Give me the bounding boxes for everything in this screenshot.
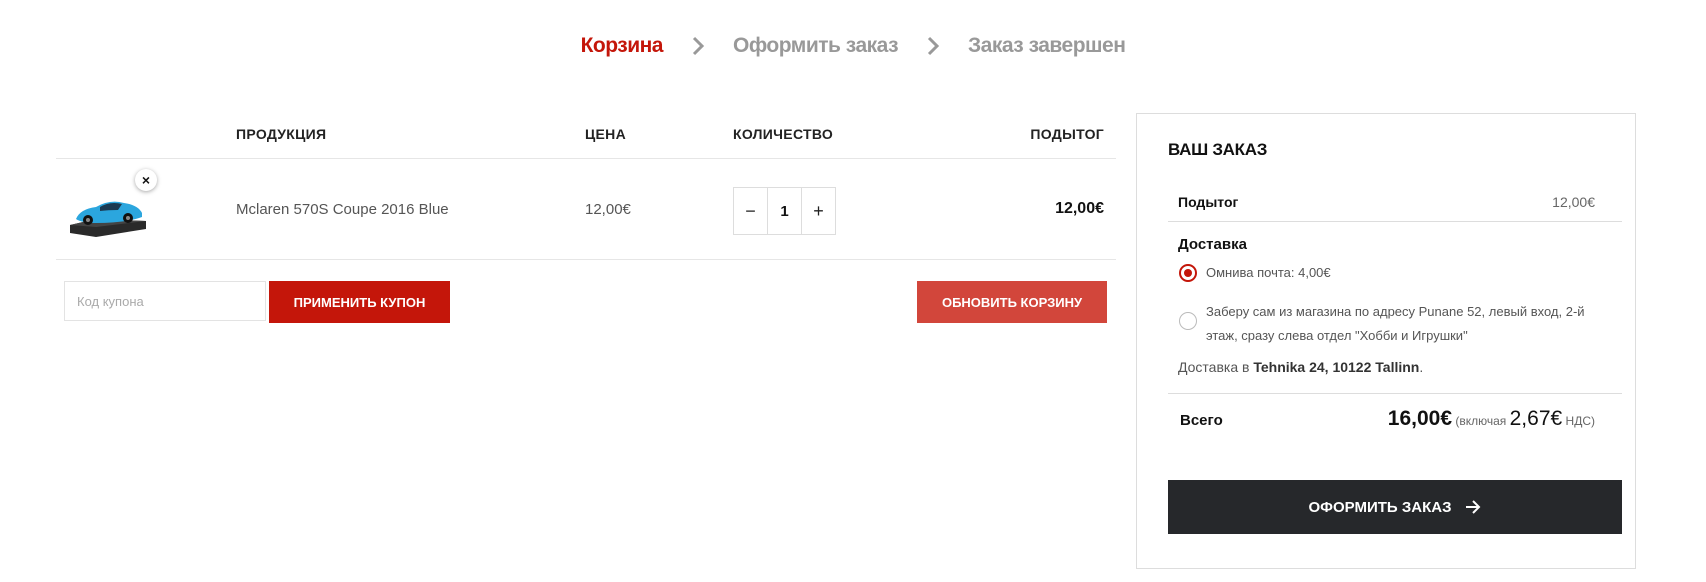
chevron-right-icon bbox=[922, 35, 944, 57]
order-summary: ВАШ ЗАКАЗ Подытог 12,00€ Доставка Омнива… bbox=[1136, 113, 1636, 569]
cart-table: ПРОДУКЦИЯ ЦЕНА КОЛИЧЕСТВО ПОДЫТОГ × Mcla… bbox=[56, 110, 1116, 340]
place-order-button[interactable]: ОФОРМИТЬ ЗАКАЗ bbox=[1168, 480, 1622, 534]
divider bbox=[1168, 393, 1622, 394]
step-order-complete: Заказ завершен bbox=[968, 34, 1126, 57]
shipping-option-omniva-radio[interactable] bbox=[1179, 264, 1197, 282]
arrow-right-icon bbox=[1466, 500, 1481, 514]
tax-amount: 2,67€ bbox=[1509, 407, 1563, 430]
place-order-label: ОФОРМИТЬ ЗАКАЗ bbox=[1308, 498, 1452, 516]
header-quantity: КОЛИЧЕСТВО bbox=[733, 126, 834, 142]
total-label: Всего bbox=[1180, 412, 1223, 429]
delivery-address: Доставка в Tehnika 24, 10122 Tallinn. bbox=[1178, 359, 1424, 375]
chevron-right-icon bbox=[687, 35, 709, 57]
close-icon: × bbox=[141, 172, 151, 188]
cart-actions: ПРИМЕНИТЬ КУПОН ОБНОВИТЬ КОРЗИНУ bbox=[56, 260, 1116, 340]
delivery-label: Доставка bbox=[1178, 236, 1247, 253]
tax-suffix: НДС) bbox=[1565, 414, 1595, 428]
remove-item-button[interactable]: × bbox=[135, 169, 157, 191]
decrease-quantity-button[interactable]: − bbox=[734, 188, 767, 234]
shipping-option-pickup-label[interactable]: Заберу сам из магазина по адресу Punane … bbox=[1206, 300, 1606, 348]
table-row: × Mclaren 570S Coupe 2016 Blue 12,00€ − … bbox=[56, 159, 1116, 260]
tax-prefix: (включая bbox=[1455, 414, 1507, 428]
step-checkout[interactable]: Оформить заказ bbox=[733, 34, 899, 58]
divider bbox=[1168, 221, 1622, 222]
product-price: 12,00€ bbox=[585, 201, 631, 218]
subtotal-label: Подытог bbox=[1178, 194, 1239, 210]
order-title: ВАШ ЗАКАЗ bbox=[1168, 140, 1268, 159]
shipping-option-pickup-radio[interactable] bbox=[1179, 312, 1197, 330]
checkout-steps: Корзина Оформить заказ Заказ завершен bbox=[0, 34, 1706, 58]
table-header: ПРОДУКЦИЯ ЦЕНА КОЛИЧЕСТВО ПОДЫТОГ bbox=[56, 110, 1116, 159]
apply-coupon-button[interactable]: ПРИМЕНИТЬ КУПОН bbox=[269, 281, 450, 323]
product-name[interactable]: Mclaren 570S Coupe 2016 Blue bbox=[236, 201, 449, 218]
header-subtotal: ПОДЫТОГ bbox=[1030, 126, 1104, 142]
shipping-option-omniva-label[interactable]: Омнива почта: 4,00€ bbox=[1206, 265, 1331, 280]
header-product: ПРОДУКЦИЯ bbox=[236, 126, 327, 142]
update-cart-button[interactable]: ОБНОВИТЬ КОРЗИНУ bbox=[917, 281, 1107, 323]
increase-quantity-button[interactable]: + bbox=[802, 188, 835, 234]
delivery-address-value: Tehnika 24, 10122 Tallinn bbox=[1253, 359, 1420, 375]
product-subtotal: 12,00€ bbox=[1055, 200, 1104, 217]
subtotal-value: 12,00€ bbox=[1552, 194, 1595, 210]
header-price: ЦЕНА bbox=[585, 126, 626, 142]
step-cart[interactable]: Корзина bbox=[581, 34, 664, 58]
quantity-input[interactable]: 1 bbox=[767, 188, 802, 234]
total-amount: 16,00€ bbox=[1387, 407, 1453, 430]
coupon-code-input[interactable] bbox=[64, 281, 266, 321]
product-thumbnail[interactable] bbox=[66, 185, 148, 237]
quantity-stepper: − 1 + bbox=[733, 187, 836, 235]
total-value: 16,00€ (включая 2,67€ НДС) bbox=[1388, 407, 1595, 431]
